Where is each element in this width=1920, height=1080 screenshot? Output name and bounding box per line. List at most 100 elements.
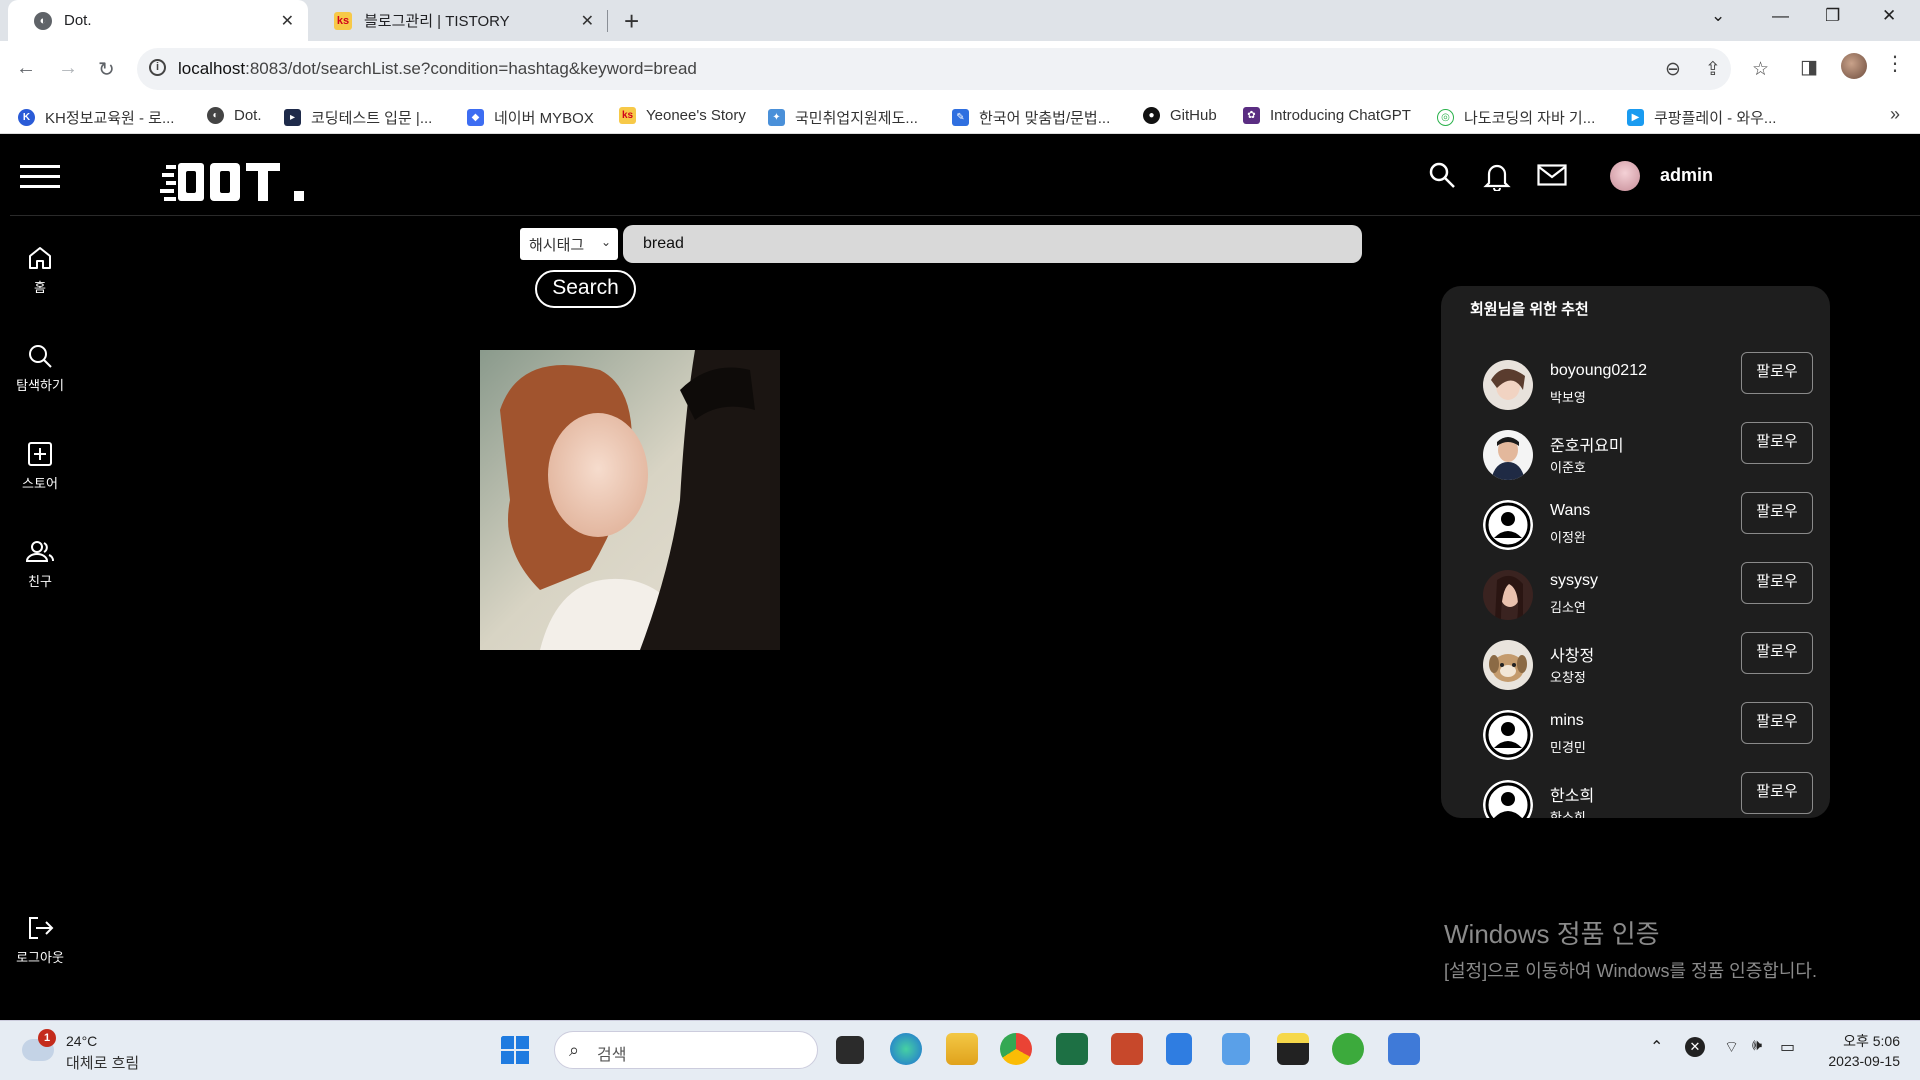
condition-value: 해시태그: [529, 237, 585, 254]
more-bookmarks-icon[interactable]: »: [1890, 104, 1900, 125]
bookmark-item[interactable]: K KH정보교육원 - 로...: [18, 107, 174, 128]
app-tray-icon[interactable]: ✕: [1685, 1037, 1705, 1057]
url-bar[interactable]: i localhost:8083/dot/searchList.se?condi…: [137, 48, 1731, 90]
windows-start-icon[interactable]: [500, 1035, 532, 1067]
bookmark-item[interactable]: ks Yeonee's Story: [619, 107, 746, 124]
search-icon[interactable]: [1428, 161, 1456, 189]
home-icon: [29, 247, 51, 269]
user-id[interactable]: 준호귀요미: [1550, 432, 1624, 456]
keyword-input[interactable]: bread: [623, 225, 1362, 263]
bookmark-item[interactable]: ✎ 한국어 맞춤법/문법...: [952, 107, 1110, 128]
url-text[interactable]: localhost:8083/dot/searchList.se?conditi…: [178, 59, 697, 79]
side-panel-icon[interactable]: ◨: [1800, 56, 1818, 79]
user-id[interactable]: sysysy: [1550, 572, 1598, 590]
edge-icon[interactable]: [890, 1033, 922, 1065]
zoom-icon[interactable]: ⊖: [1665, 58, 1681, 81]
user-avatar[interactable]: [1483, 640, 1533, 690]
task-view-icon[interactable]: [836, 1036, 864, 1064]
nav-friends[interactable]: 친구: [0, 539, 80, 590]
follow-button[interactable]: 팔로우: [1741, 702, 1813, 744]
follow-button[interactable]: 팔로우: [1741, 772, 1813, 814]
bell-icon[interactable]: [1483, 161, 1511, 191]
tab-separator: [607, 10, 608, 32]
user-avatar[interactable]: [1483, 360, 1533, 410]
powerpoint-icon[interactable]: [1111, 1033, 1143, 1065]
file-explorer-icon[interactable]: [946, 1033, 978, 1065]
sticky-notes-icon[interactable]: [1277, 1033, 1309, 1065]
nav-explore[interactable]: 탐색하기: [0, 343, 80, 394]
bookmark-item[interactable]: ✿ Introducing ChatGPT: [1243, 107, 1411, 124]
bookmark-label: Dot.: [234, 107, 262, 124]
bookmark-item[interactable]: ▶ 쿠팡플레이 - 와우...: [1627, 107, 1776, 128]
taskbar-search[interactable]: ⌕ 검색: [554, 1031, 818, 1069]
back-button[interactable]: ←: [16, 57, 36, 80]
profile-avatar[interactable]: [1841, 53, 1867, 79]
follow-button[interactable]: 팔로우: [1741, 352, 1813, 394]
tab-dot[interactable]: ◐ Dot. ✕: [8, 0, 308, 41]
user-realname: 이정완: [1550, 530, 1586, 545]
bookmark-item[interactable]: ✦ 국민취업지원제도...: [768, 107, 918, 128]
restore-button[interactable]: ❐: [1825, 6, 1840, 26]
search-result-image[interactable]: [480, 350, 780, 650]
menu-kebab-icon[interactable]: ⋮: [1885, 51, 1905, 76]
user-id[interactable]: 사창정: [1550, 642, 1594, 666]
bookmark-item[interactable]: ◐ Dot.: [207, 107, 262, 124]
user-id[interactable]: mins: [1550, 712, 1584, 730]
user-name[interactable]: admin: [1660, 165, 1713, 186]
user-id[interactable]: Wans: [1550, 502, 1590, 520]
search-button[interactable]: Search: [535, 270, 636, 308]
site-info-icon[interactable]: i: [149, 59, 166, 76]
follow-button[interactable]: 팔로우: [1741, 632, 1813, 674]
bookmark-item[interactable]: ▸ 코딩테스트 입문 |...: [284, 107, 432, 128]
battery-icon[interactable]: ▭: [1780, 1037, 1795, 1057]
nav-home[interactable]: 홈: [0, 245, 80, 296]
close-window-button[interactable]: ✕: [1882, 6, 1896, 26]
default-avatar-icon[interactable]: [1483, 500, 1533, 550]
tab-tistory[interactable]: ks 블로그관리 | TISTORY ✕: [308, 0, 608, 41]
nav-logout[interactable]: 로그아웃: [0, 915, 80, 966]
recommend-user-row: sysysy 김소연 팔로우: [1441, 562, 1830, 640]
chevron-up-icon[interactable]: ⌃: [1650, 1037, 1663, 1057]
user-id[interactable]: boyoung0212: [1550, 362, 1647, 380]
user-id[interactable]: 한소희: [1550, 782, 1594, 806]
tab-list-icon[interactable]: ⌄: [1711, 6, 1725, 26]
bookmark-label: 국민취업지원제도...: [795, 110, 918, 127]
minimize-button[interactable]: —: [1772, 6, 1789, 26]
bookmark-item[interactable]: ● GitHub: [1143, 107, 1217, 124]
system-clock[interactable]: 오후 5:06 2023-09-15: [1828, 1031, 1900, 1071]
volume-icon[interactable]: 🕪: [1752, 1037, 1762, 1055]
default-avatar-icon[interactable]: [1483, 780, 1533, 818]
user-avatar[interactable]: [1483, 430, 1533, 480]
close-tab-icon[interactable]: ✕: [281, 11, 294, 31]
new-tab-button[interactable]: +: [624, 6, 639, 37]
recommend-user-row: boyoung0212 박보영 팔로우: [1441, 352, 1830, 430]
recommend-user-row: Wans 이정완 팔로우: [1441, 492, 1830, 570]
spring-tool-icon[interactable]: [1332, 1033, 1364, 1065]
default-avatar-icon[interactable]: [1483, 710, 1533, 760]
openai-icon: ✿: [1243, 107, 1260, 124]
bookmark-item[interactable]: ◆ 네이버 MYBOX: [467, 107, 594, 128]
dot-logo[interactable]: [160, 161, 320, 205]
chrome-icon[interactable]: [1000, 1033, 1032, 1065]
condition-select[interactable]: 해시태그 ⌄: [520, 228, 618, 260]
snipping-tool-icon[interactable]: [1222, 1033, 1250, 1065]
user-avatar[interactable]: [1610, 161, 1640, 191]
wifi-icon[interactable]: ⌔: [1724, 1037, 1739, 1057]
user-avatar[interactable]: [1483, 570, 1533, 620]
hamburger-menu-icon[interactable]: [20, 165, 60, 188]
share-icon[interactable]: ⇪: [1705, 58, 1721, 81]
bookmark-item[interactable]: ◎ 나도코딩의 자바 기...: [1437, 107, 1595, 128]
address-toolbar: ← → ↻ i localhost:8083/dot/searchList.se…: [0, 41, 1920, 98]
close-tab-icon[interactable]: ✕: [581, 11, 594, 31]
bookmark-star-icon[interactable]: ☆: [1752, 58, 1769, 81]
nav-store[interactable]: 스토어: [0, 441, 80, 492]
reload-button[interactable]: ↻: [98, 57, 115, 82]
notepad-icon[interactable]: [1166, 1033, 1192, 1065]
excel-icon[interactable]: [1056, 1033, 1088, 1065]
mail-icon[interactable]: [1537, 164, 1567, 188]
follow-button[interactable]: 팔로우: [1741, 422, 1813, 464]
follow-button[interactable]: 팔로우: [1741, 562, 1813, 604]
forward-button[interactable]: →: [58, 57, 78, 80]
media-player-icon[interactable]: [1388, 1033, 1420, 1065]
follow-button[interactable]: 팔로우: [1741, 492, 1813, 534]
